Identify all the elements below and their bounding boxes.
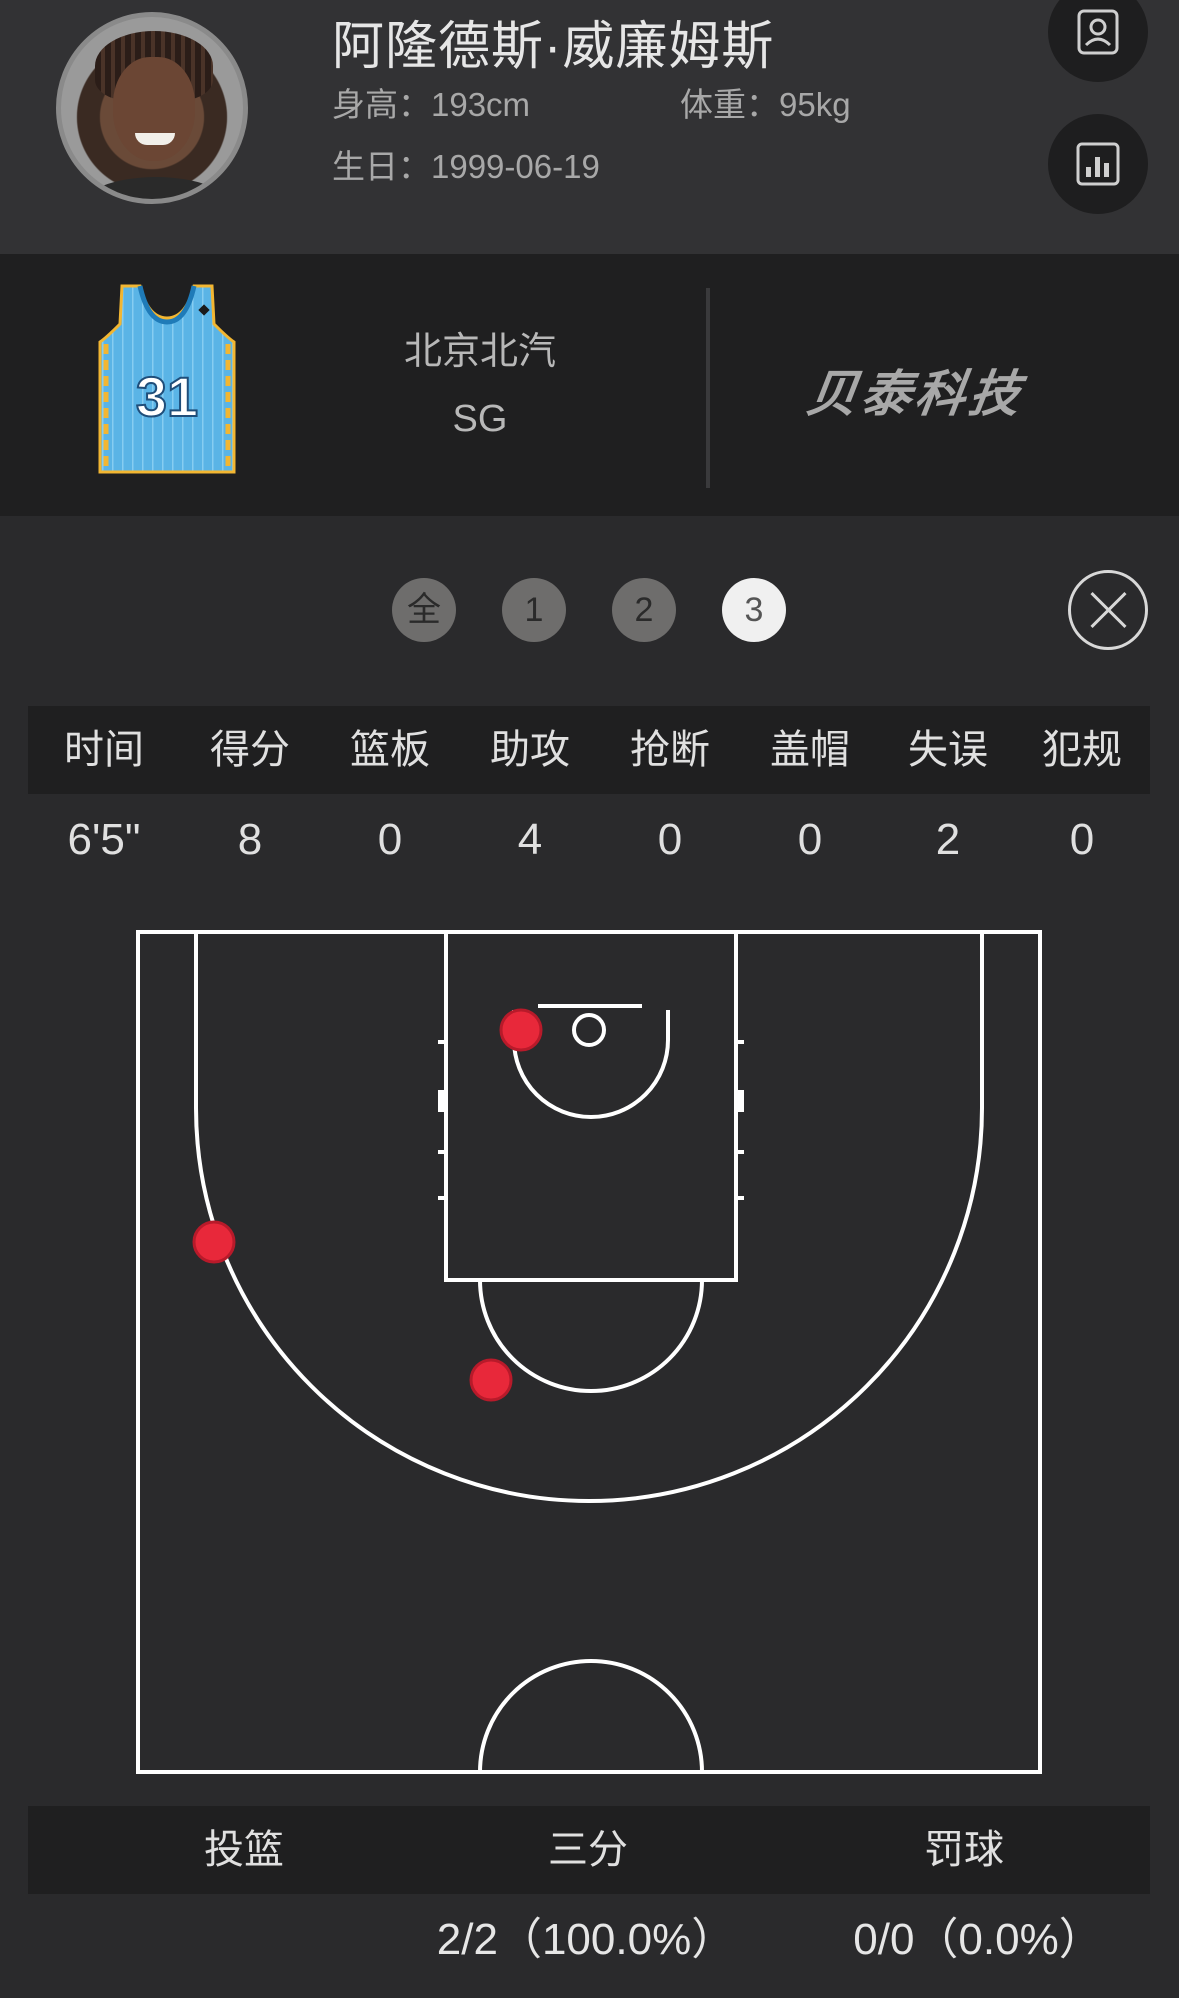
stats-value-time: 6'5" (67, 815, 141, 864)
player-card-icon (1077, 9, 1119, 55)
stats-value-blocks: 0 (797, 815, 823, 864)
stats-chart-icon (1076, 142, 1120, 186)
rim (572, 1013, 606, 1047)
team-band: 31 北京北汽 SG 贝泰科技 (0, 254, 1179, 516)
stats-header-steals: 抢断 (630, 728, 710, 772)
band-divider (706, 288, 710, 488)
period-tab-2[interactable]: 2 (612, 578, 676, 642)
shot-chart-court (136, 930, 1042, 1774)
stats-value-steals: 0 (657, 815, 683, 864)
shooting-header-ft: 罚球 (924, 1828, 1004, 1872)
brand-logo: 贝泰科技 (803, 366, 1028, 422)
shot-marker-1[interactable] (499, 1008, 543, 1052)
shooting-header-row: 投篮 三分 罚球 (28, 1806, 1150, 1894)
shot-marker-3[interactable] (469, 1358, 513, 1402)
stats-value-row: 6'5" 8 0 4 0 0 2 0 (28, 800, 1150, 880)
jersey-image: 31 (98, 284, 236, 474)
stats-value-points: 8 (237, 815, 263, 864)
player-birthday: 生日：1999-06-19 (332, 148, 600, 185)
free-throw-circle (478, 1279, 704, 1393)
three-point-line (194, 932, 984, 1503)
stats-header-rebounds: 篮板 (350, 728, 430, 772)
shooting-value-ft: 0/0（0.0%） (853, 1915, 1103, 1964)
period-tab-3[interactable]: 3 (722, 578, 786, 642)
stats-header-fouls: 犯规 (1042, 728, 1122, 772)
period-tab-1[interactable]: 1 (502, 578, 566, 642)
court-boundary (136, 930, 1042, 1774)
stats-chart-button[interactable] (1048, 114, 1148, 214)
team-name: 北京北汽 (403, 331, 556, 373)
stats-header-turnovers: 失误 (908, 728, 988, 772)
shooting-value-row: 2/2（100.0%） 0/0（0.0%） (28, 1900, 1150, 1980)
jersey-number: 31 (136, 365, 198, 428)
stats-value-turnovers: 2 (935, 815, 961, 864)
stats-header-points: 得分 (210, 728, 290, 772)
player-card-button[interactable] (1048, 0, 1148, 82)
stats-value-rebounds: 0 (377, 815, 403, 864)
paint-lane (444, 930, 738, 1282)
shooting-header-3pt: 三分 (548, 1828, 628, 1872)
stats-value-fouls: 0 (1069, 815, 1095, 864)
player-avatar (56, 12, 248, 204)
shot-marker-2[interactable] (192, 1220, 236, 1264)
player-position: SG (452, 398, 508, 440)
stats-header-row: 时间 得分 篮板 助攻 抢断 盖帽 失误 犯规 (28, 706, 1150, 794)
shooting-header-fg: 投篮 (204, 1828, 284, 1872)
center-circle (478, 1659, 704, 1773)
player-height: 身高：193cm (332, 86, 531, 123)
stats-header-time: 时间 (64, 728, 144, 772)
player-header: 阿隆德斯·威廉姆斯 身高：193cm 体重：95kg 生日：1999-06-19 (0, 0, 1179, 254)
stats-value-assists: 4 (517, 815, 543, 864)
player-name: 阿隆德斯·威廉姆斯 (332, 18, 775, 76)
period-tab-all[interactable]: 全 (392, 578, 456, 642)
close-icon[interactable] (1068, 570, 1148, 650)
stats-header-blocks: 盖帽 (770, 728, 850, 772)
player-weight: 体重：95kg (680, 86, 851, 123)
shooting-value-3pt: 2/2（100.0%） (436, 1915, 736, 1964)
stats-header-assists: 助攻 (490, 728, 570, 772)
